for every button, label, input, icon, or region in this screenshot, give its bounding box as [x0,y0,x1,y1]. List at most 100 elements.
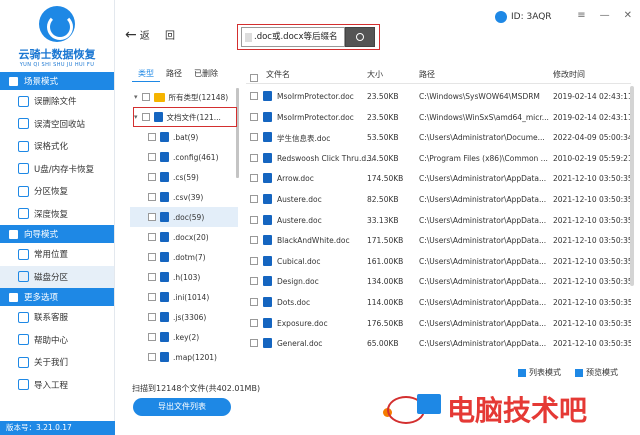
tree-item[interactable]: .js(3306) [130,307,238,327]
tab-deleted[interactable]: 已删除 [188,66,224,82]
export-list-button[interactable]: 导出文件列表 [133,398,231,416]
sidebar-item[interactable]: 误清空回收站 [0,113,114,136]
trash-icon [18,95,29,107]
row-checkbox[interactable] [250,92,258,100]
tab-path[interactable]: 路径 [160,66,188,82]
tab-type[interactable]: 类型 [132,66,160,82]
header-path[interactable]: 路径 [419,69,435,80]
cell-filename: General.doc [277,339,323,349]
user-id-label: ID: 3AQR [511,12,552,22]
tree-item[interactable]: .doc(59) [130,207,238,227]
table-row[interactable]: Dots.doc 114.00KB C:\Users\Administrator\A… [246,292,631,313]
table-row[interactable]: Cubical.doc 161.00KB C:\Users\Administrato… [246,251,631,272]
tree-checkbox[interactable] [148,293,156,301]
tree-checkbox[interactable] [141,93,150,101]
search-input[interactable]: .doc或.docx等后缀名 [241,27,345,47]
row-checkbox[interactable] [250,236,258,245]
expand-arrow-icon[interactable]: ▾ [134,93,138,101]
table-row[interactable]: BlackAndWhite.doc 171.50KB C:\Users\Admini… [246,230,631,251]
tree-checkbox[interactable] [148,253,156,261]
list-mode-button[interactable]: 列表模式 [518,367,561,378]
tree-checkbox[interactable] [148,133,156,141]
table-row[interactable]: Design.doc 134.00KB C:\Users\Administrator… [246,271,631,292]
sidebar-item[interactable]: 磁盘分区 [0,265,114,288]
tree-item[interactable]: .h(103) [130,267,238,287]
sidebar-item[interactable]: U盘/内存卡恢复 [0,158,114,181]
menu-icon[interactable]: ≡ [577,10,585,21]
sidebar-item[interactable]: 误格式化 [0,135,114,158]
back-button[interactable]: ← 返 [125,27,150,43]
tree-checkbox[interactable] [148,193,156,201]
tree-item[interactable]: .config(461) [130,147,238,167]
header-filename[interactable]: 文件名 [266,69,290,80]
sidebar-item[interactable]: 深度恢复 [0,203,114,226]
tree-checkbox[interactable] [148,153,156,161]
table-row[interactable]: MsoIrmProtector.doc 23.50KB C:\Windows\Win… [246,107,631,128]
cell-filename: Design.doc [277,277,319,287]
tree-scrollbar[interactable] [236,88,239,178]
table-row[interactable]: Austere.doc 33.13KB C:\Users\Administrator… [246,210,631,231]
row-checkbox[interactable] [250,215,258,224]
preview-mode-button[interactable]: 预览模式 [575,367,618,378]
table-row[interactable]: Austere.doc 82.50KB C:\Users\Administrator… [246,189,631,210]
sidebar-item[interactable]: 帮助中心 [0,329,114,352]
close-icon[interactable]: ✕ [624,10,632,21]
type-tree: ▾ 所有类型(12148) ▾ 文档文件(121... .bat(9) .config(4… [130,87,238,377]
sidebar-item-label: 磁盘分区 [34,272,69,283]
sidebar-item[interactable]: 误删除文件 [0,90,114,113]
tree-item[interactable]: ▾ 所有类型(12148) [130,87,238,107]
header-size[interactable]: 大小 [367,69,383,80]
sidebar-item[interactable]: 联系客服 [0,306,114,329]
tree-item[interactable]: .docx(20) [130,227,238,247]
tree-item-label: .ini(1014) [173,292,210,302]
row-checkbox[interactable] [250,277,258,286]
cell-size: 23.50KB [367,112,399,122]
row-checkbox[interactable] [250,194,258,203]
tree-item[interactable]: .csv(39) [130,187,238,207]
sidebar-nav: 场景模式 误删除文件 误清空回收站 误格式化 U盘/内存卡恢复 分区恢复 深度恢复 向导模式常… [0,72,114,396]
word-doc-icon [263,296,272,307]
tree-checkbox[interactable] [148,213,156,221]
row-checkbox[interactable] [250,174,258,183]
tree-item[interactable]: .ini(1014) [130,287,238,307]
cell-size: 114.00KB [367,297,404,307]
tree-item[interactable]: .dotm(7) [130,247,238,267]
sidebar-item[interactable]: 导入工程 [0,374,114,397]
search-icon [356,33,364,41]
table-row[interactable]: Arrow.doc 174.50KB C:\Users\Administrator\… [246,168,631,189]
row-checkbox[interactable] [250,112,258,121]
doc-icon [160,192,169,202]
row-checkbox[interactable] [250,318,258,327]
user-id: ID: 3AQR [495,11,552,23]
tree-item[interactable]: .bat(9) [130,127,238,147]
table-row[interactable]: MsoIrmProtector.doc 23.50KB C:\Windows\Sys… [246,86,631,107]
sidebar-item[interactable]: 常用位置 [0,243,114,266]
tree-item[interactable]: .cs(59) [130,167,238,187]
recycle-icon [18,118,29,130]
tree-item[interactable]: .key(2) [130,327,238,347]
table-scrollbar[interactable] [630,86,634,286]
table-row[interactable]: Exposure.doc 176.50KB C:\Users\Administrat… [246,313,631,334]
row-checkbox[interactable] [250,153,258,162]
cell-size: 174.50KB [367,174,404,184]
tree-checkbox[interactable] [148,313,156,321]
cell-size: 171.50KB [367,236,404,246]
table-row[interactable]: General.doc 65.00KB C:\Users\Administrator… [246,333,631,354]
row-checkbox[interactable] [250,339,258,348]
sidebar-item[interactable]: 分区恢复 [0,180,114,203]
minimize-icon[interactable]: — [600,10,610,21]
app-window: 云骑士数据恢复 YUN QI SHI SHU JU HUI FU 场景模式 误删除… [0,0,640,435]
table-row[interactable]: Redswoosh Click Thru.d... 34.50KB C:\Progr… [246,148,631,169]
row-checkbox[interactable] [250,256,258,265]
search-button[interactable] [345,27,375,47]
tree-checkbox[interactable] [148,333,156,341]
tree-checkbox[interactable] [148,173,156,181]
sidebar-item[interactable]: 关于我们 [0,351,114,374]
filter-tabs: 类型 路径 已删除 [132,66,240,82]
tree-checkbox[interactable] [148,273,156,281]
table-row[interactable]: 学生信息表.doc 53.50KB C:\Users\Administrator\D… [246,127,631,148]
row-checkbox[interactable] [250,297,258,306]
tree-checkbox[interactable] [148,233,156,241]
row-checkbox[interactable] [250,133,258,142]
header-modified[interactable]: 修改时间 [553,69,585,80]
